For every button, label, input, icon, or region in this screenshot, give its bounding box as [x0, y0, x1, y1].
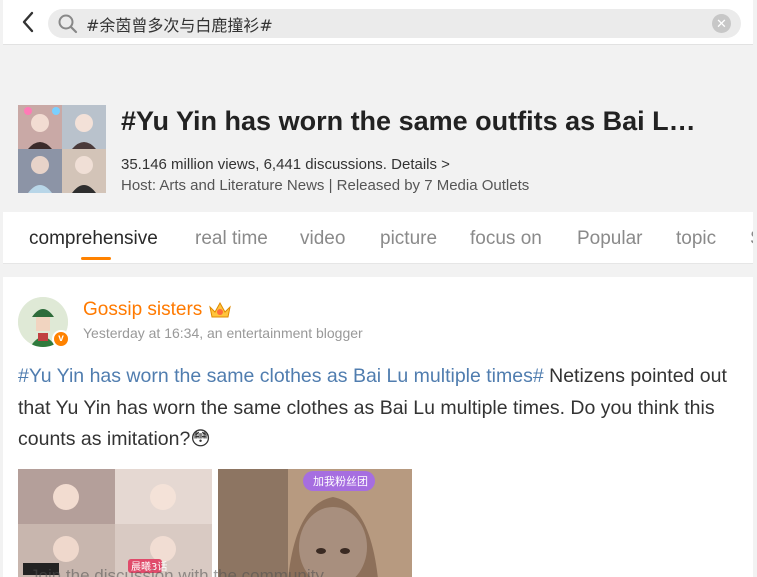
top-bar: ✕ [3, 0, 753, 45]
tab-popular[interactable]: Popular [577, 228, 643, 250]
search-box[interactable]: ✕ [48, 9, 741, 38]
image-banner: 加我粉丝团 [313, 475, 368, 488]
tab-bar: comprehensive real time video picture fo… [3, 212, 753, 264]
post-text: #Yu Yin has worn the same clothes as Bai… [18, 361, 743, 456]
search-input[interactable] [86, 11, 706, 36]
tab-video[interactable]: video [300, 228, 345, 250]
author-name[interactable]: Gossip sisters [83, 299, 232, 321]
clear-icon[interactable]: ✕ [712, 14, 731, 33]
tab-real-time[interactable]: real time [195, 228, 268, 250]
tab-more[interactable]: S [750, 228, 753, 250]
author-name-text: Gossip sisters [83, 299, 203, 320]
tab-picture[interactable]: picture [380, 228, 437, 250]
post-image-1[interactable]: 晨曦3话 [18, 469, 212, 577]
active-tab-indicator [81, 257, 111, 260]
back-button[interactable] [15, 8, 41, 36]
post-card: v Gossip sisters Yesterday at 16:34, an … [3, 277, 753, 577]
topic-title: #Yu Yin has worn the same outfits as Bai… [121, 106, 696, 136]
tab-comprehensive[interactable]: comprehensive [29, 228, 158, 250]
tab-focus-on[interactable]: focus on [470, 228, 542, 250]
topic-stats-link[interactable]: 35.146 million views, 6,441 discussions.… [121, 156, 450, 173]
verified-badge: v [52, 330, 70, 348]
post-hashtag-link[interactable]: #Yu Yin has worn the same clothes as Bai… [18, 365, 544, 387]
search-icon [58, 14, 78, 34]
topic-thumbnail[interactable] [18, 105, 106, 193]
chevron-left-icon [22, 11, 34, 33]
post-time: Yesterday at 16:34, an entertainment blo… [83, 325, 363, 341]
flushed-emoji-icon: 😳 [190, 428, 211, 450]
discussion-overlay: Join the discussion with the community [30, 566, 324, 577]
topic-host: Host: Arts and Literature News | Release… [121, 177, 530, 194]
post-image-2[interactable]: 加我粉丝团 [218, 469, 412, 577]
crown-icon [209, 301, 232, 318]
tab-topic[interactable]: topic [676, 228, 716, 250]
